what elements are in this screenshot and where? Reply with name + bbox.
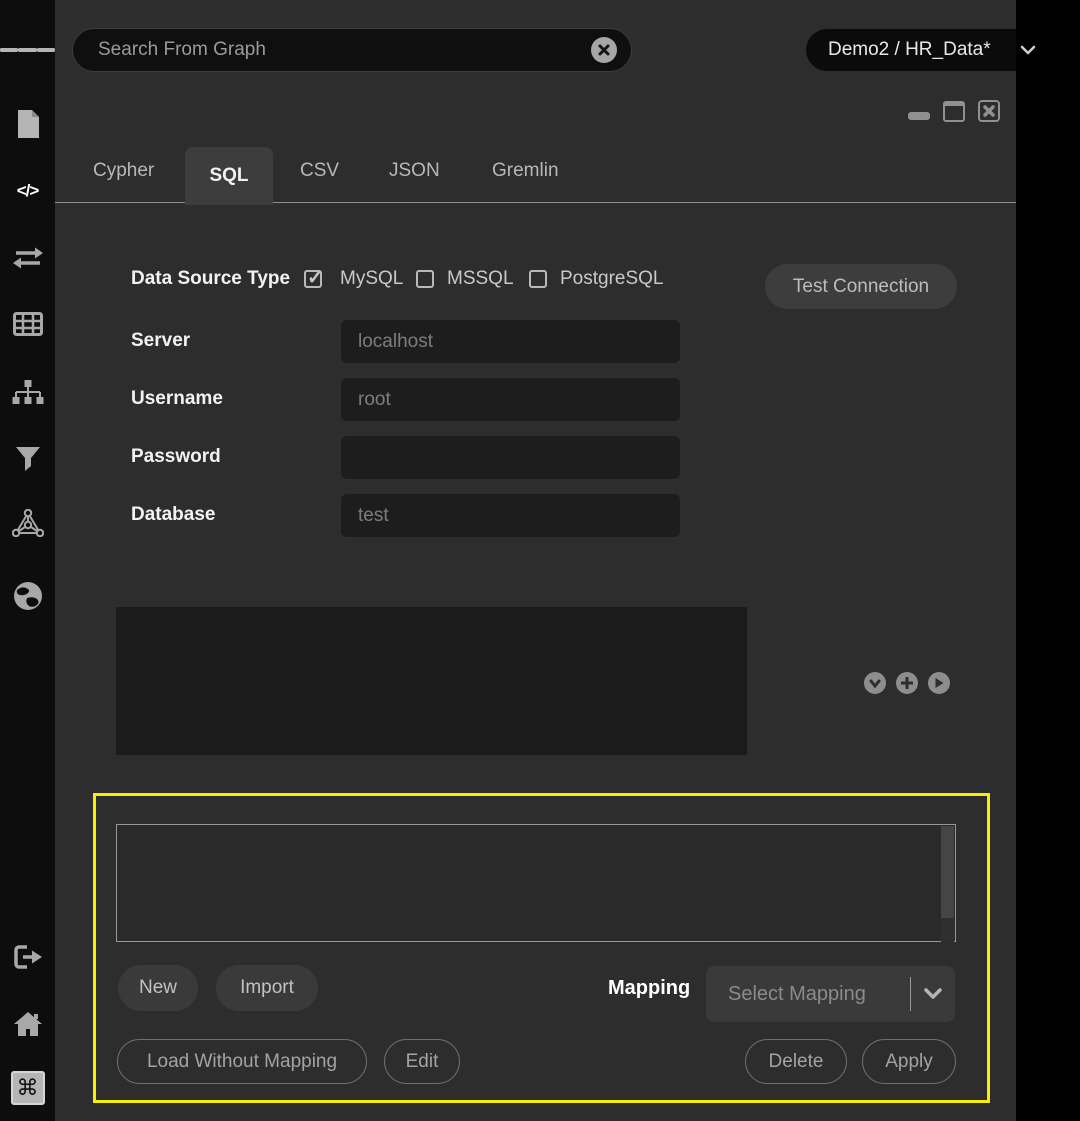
mssql-checkbox[interactable] [416, 270, 434, 288]
sitemap-icon[interactable] [0, 374, 55, 410]
select-mapping-placeholder: Select Mapping [706, 983, 910, 1006]
home-icon[interactable] [0, 1006, 55, 1042]
network-icon[interactable] [0, 505, 55, 541]
code-glyph: </> [17, 181, 39, 201]
database-input[interactable] [341, 494, 680, 537]
database-label: Database [131, 504, 216, 526]
right-edge-panel [1016, 0, 1080, 1121]
search-input[interactable] [96, 38, 591, 62]
data-source-type-label: Data Source Type [131, 268, 290, 290]
password-input[interactable] [341, 436, 680, 479]
username-label: Username [131, 388, 223, 410]
maximize-icon[interactable] [943, 101, 965, 122]
server-label: Server [131, 330, 190, 352]
add-circle-icon[interactable] [896, 672, 918, 694]
mysql-label: MySQL [340, 268, 403, 290]
run-circle-icon[interactable] [928, 672, 950, 694]
table-icon[interactable] [0, 306, 55, 342]
tab-json[interactable]: JSON [389, 160, 440, 182]
delete-button[interactable]: Delete [745, 1039, 847, 1084]
username-input[interactable] [341, 378, 680, 421]
menu-icon[interactable] [0, 32, 55, 68]
transfer-arrows-icon[interactable] [0, 240, 55, 276]
test-connection-button[interactable]: Test Connection [765, 264, 957, 309]
check-icon: ✓ [307, 265, 324, 290]
tab-csv[interactable]: CSV [300, 160, 339, 182]
new-button[interactable]: New [118, 965, 198, 1011]
password-label: Password [131, 446, 221, 468]
apply-button[interactable]: Apply [862, 1039, 956, 1084]
expand-circle-icon[interactable] [864, 672, 886, 694]
logout-icon[interactable] [0, 939, 55, 975]
edit-button[interactable]: Edit [384, 1039, 460, 1084]
mssql-label: MSSQL [447, 268, 514, 290]
mapping-label: Mapping [608, 977, 690, 1000]
listbox-scrollbar[interactable] [941, 826, 954, 942]
minimize-icon[interactable] [908, 112, 930, 120]
dropdown-chevron-down-icon [911, 988, 955, 1000]
load-without-mapping-button[interactable]: Load Without Mapping [117, 1039, 367, 1084]
select-mapping-dropdown[interactable]: Select Mapping [706, 966, 955, 1022]
search-bar [72, 28, 632, 72]
sidebar: </> [0, 0, 55, 1121]
workspace-selector[interactable]: Demo2 / HR_Data* [806, 29, 1016, 71]
workspace-chevron-down-icon[interactable] [1020, 43, 1036, 61]
command-glyph: ⌘ [17, 1077, 39, 1099]
clear-search-icon[interactable] [591, 37, 617, 63]
app-window: </> [0, 0, 1080, 1121]
query-editor[interactable] [116, 607, 747, 755]
workspace-label: Demo2 / HR_Data* [828, 39, 991, 61]
globe-icon[interactable] [0, 578, 55, 614]
tab-sql[interactable]: SQL [185, 147, 273, 205]
postgresql-label: PostgreSQL [560, 268, 664, 290]
server-input[interactable] [341, 320, 680, 363]
command-icon[interactable]: ⌘ [0, 1070, 55, 1106]
close-icon[interactable] [978, 100, 1000, 122]
mysql-checkbox[interactable]: ✓ [304, 270, 322, 288]
listbox-scrollbar-thumb[interactable] [941, 826, 954, 918]
tab-cypher[interactable]: Cypher [93, 160, 154, 182]
import-button[interactable]: Import [216, 965, 318, 1011]
code-icon[interactable]: </> [0, 173, 55, 209]
tab-gremlin[interactable]: Gremlin [492, 160, 559, 182]
document-icon[interactable] [0, 106, 55, 142]
filter-icon[interactable] [0, 441, 55, 477]
query-listbox[interactable] [116, 824, 956, 942]
postgresql-checkbox[interactable] [529, 270, 547, 288]
